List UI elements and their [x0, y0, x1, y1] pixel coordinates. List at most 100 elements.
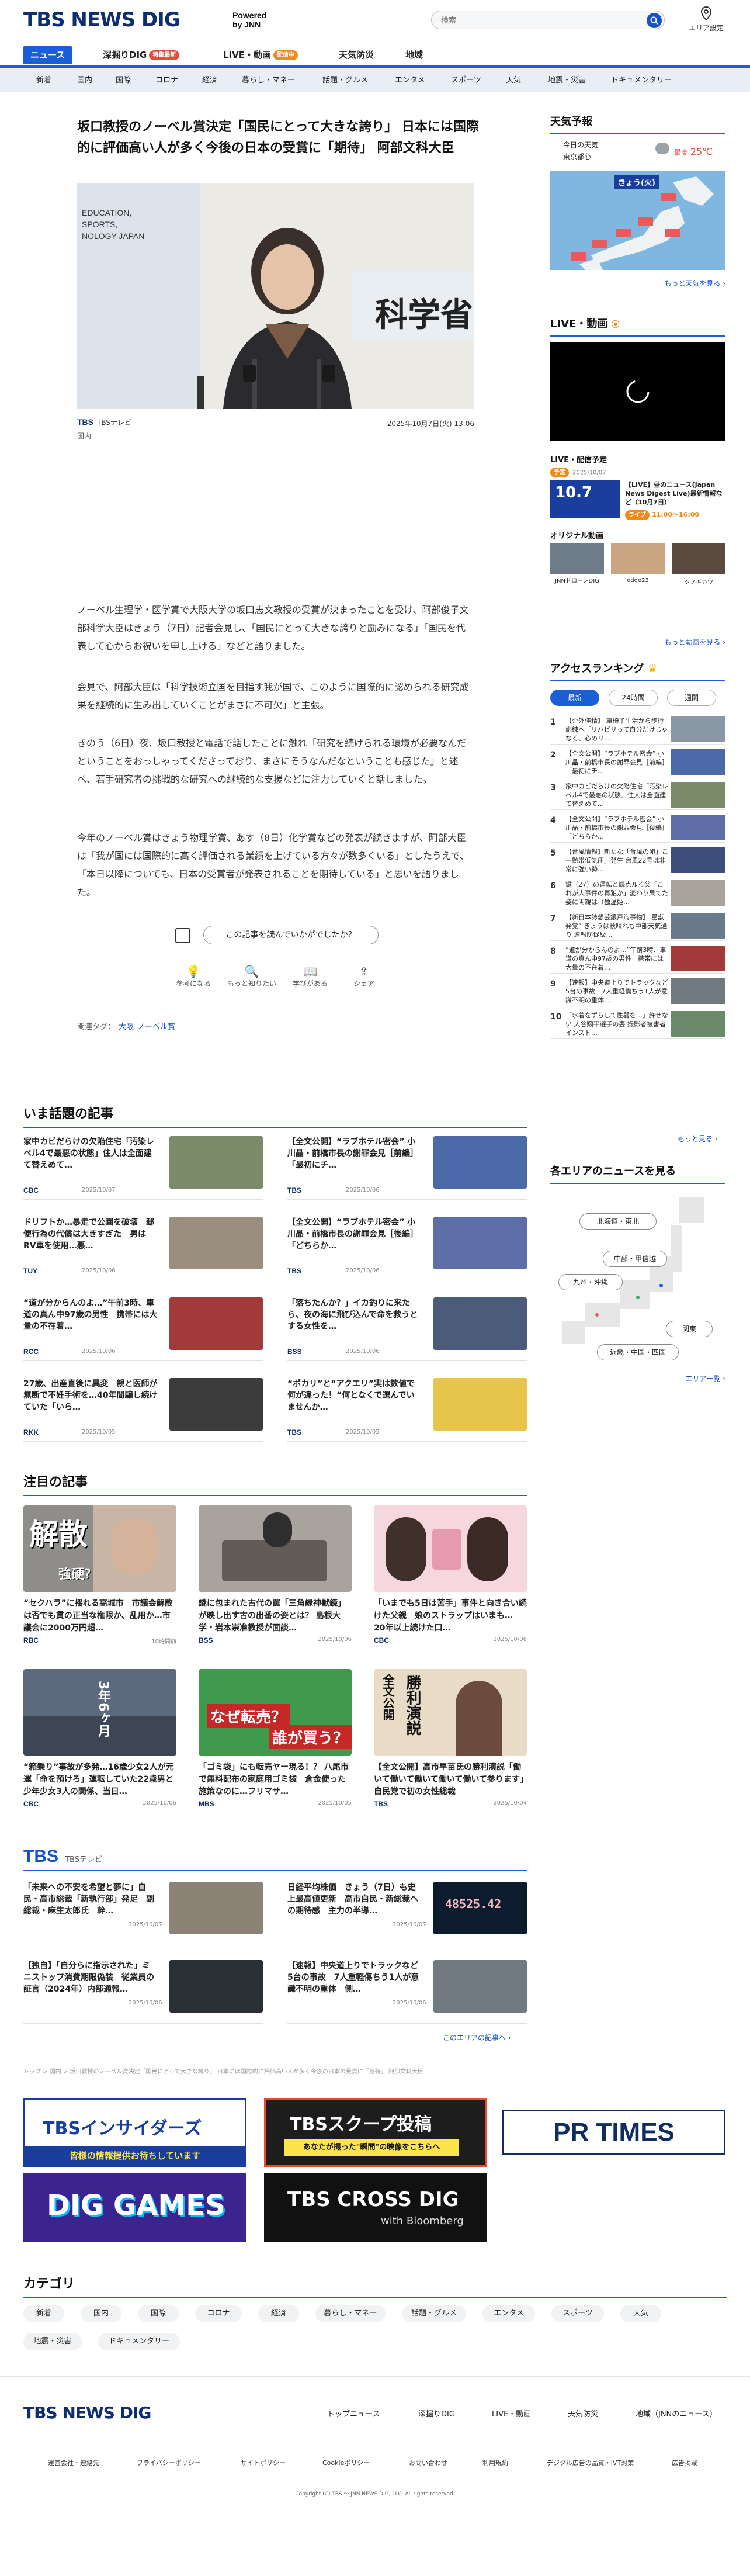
ranking-item[interactable]: 9 【速報】中央道上りでトラックなど5台の事故 7人重軽傷ちう1人が意識不明の重体…	[550, 976, 725, 1006]
nav-region[interactable]: 地域	[405, 46, 423, 64]
category-pill[interactable]: エンタメ	[482, 2305, 535, 2322]
cat-gourmet[interactable]: 話題・グルメ	[322, 72, 368, 89]
footer-link[interactable]: プライバシーポリシー	[137, 2458, 201, 2467]
cat-economy[interactable]: 経済	[202, 72, 217, 89]
live-more-link[interactable]: もっと動画を見る ›	[664, 637, 725, 647]
reaction-helpful[interactable]: 💡 参考になる	[167, 964, 220, 988]
cat-documentary[interactable]: ドキュメンタリー	[611, 72, 672, 89]
category-pill[interactable]: 話題・グルメ	[402, 2305, 466, 2322]
hot-article[interactable]: “ポカリ”と“アクエリ”実は数値で何が違った！“何となくで選んでいませんか… TB…	[287, 1378, 527, 1442]
reaction-more[interactable]: 🔍 もっと知りたい	[225, 964, 278, 988]
cat-disaster[interactable]: 地震・災害	[548, 72, 586, 89]
featured-card[interactable]: 全文公開 勝利演説 【全文公開】高市早苗氏の勝利演説「働いて働いて働いて働いて働…	[374, 1669, 527, 1810]
category-pill[interactable]: 国際	[138, 2305, 179, 2322]
region-hokkaido-tohoku[interactable]: 北海道・東北	[579, 1213, 657, 1230]
footer-link[interactable]: 広告掲載	[672, 2458, 697, 2467]
footer-link[interactable]: 利用規約	[482, 2458, 508, 2467]
cat-corona[interactable]: コロナ	[155, 72, 178, 89]
category-pill[interactable]: 地震・災害	[23, 2333, 82, 2350]
region-kyushu[interactable]: 九州・沖縄	[558, 1274, 623, 1290]
hot-article[interactable]: 「落ちたんか？」イカ釣りに来たら、夜の海に飛び込んで命を救うとする女性を… BSS…	[287, 1297, 527, 1362]
tag-osaka[interactable]: 大阪	[119, 1023, 134, 1031]
region-kanto[interactable]: 関東	[666, 1321, 713, 1337]
reaction-share[interactable]: ⇪ シェア	[338, 964, 390, 988]
hot-article[interactable]: 【全文公開】“ラブホテル密会” 小川晶・前橋市長の謝罪会見［後編］「どちらか… T…	[287, 1217, 527, 1281]
ranking-item[interactable]: 5 【台風情報】新たな「台風の卵」こ一熱帯低気圧」発生 台風22号は非常に強い勢…	[550, 845, 725, 875]
category-pill[interactable]: ドキュメンタリー	[98, 2333, 180, 2350]
region-kinki[interactable]: 近畿・中国・四国	[597, 1344, 679, 1360]
nav-dig[interactable]: 深掘りDIG 特集最新	[103, 46, 180, 64]
featured-card[interactable]: 3年6ヶ月 “箱乗り”事故が多発…16歳少女2人が元運「命を預けろ」運転していた…	[23, 1669, 176, 1810]
footer-nav-top[interactable]: トップニュース	[327, 2408, 380, 2419]
cat-international[interactable]: 国際	[116, 72, 131, 89]
ranking-tab-week[interactable]: 週間	[667, 690, 716, 706]
category-pill[interactable]: 天気	[620, 2305, 661, 2322]
footer-nav-weather[interactable]: 天気防災	[568, 2408, 598, 2419]
ranking-item[interactable]: 7 【新日本誌想芸銀戸海事物】 昆獣発覚” きょうは秋晴れも中部天気通り 連報防促…	[550, 910, 725, 941]
hot-article[interactable]: 27歳、出産直後に異変 親と医師が無断で不妊手術を…40年間騙し続けていた「いら…	[23, 1378, 263, 1442]
prtimes-banner[interactable]: PR TIMES	[502, 2110, 725, 2155]
weather-more-link[interactable]: もっと天気を見る ›	[664, 278, 725, 288]
cat-money[interactable]: 暮らし・マネー	[242, 72, 295, 89]
tag-nobel[interactable]: ノーベル賞	[137, 1023, 175, 1031]
crossdig-banner[interactable]: TBS CROSS DIG with Bloomberg	[264, 2173, 487, 2242]
ranking-item[interactable]: 2 【全文公開】“ラブホテル密会” 小川晶・前橋市長の謝罪会見［前編］「最初にチ…	[550, 747, 725, 777]
reaction-learn[interactable]: 📖 学びがある	[284, 964, 336, 988]
original-thumb[interactable]	[611, 543, 665, 574]
footer-link[interactable]: お問い合わせ	[409, 2458, 447, 2467]
hot-article[interactable]: “道が分からんのよ…”午前3時、車道の真ん中97歳の男性 携帯には大量の不在着……	[23, 1297, 263, 1362]
ranking-item[interactable]: 1 【歪外佳精】 車椅子生活から歩行訓練へ「リハビリって自分だけじゃなく、心のリ…	[550, 714, 725, 745]
live-thumb[interactable]: 10.7	[550, 480, 620, 518]
search-box[interactable]	[431, 11, 665, 29]
feedback-button[interactable]: この記事を読んでいかがでしたか？	[203, 926, 379, 944]
ranking-more-link[interactable]: もっと見る ›	[678, 1134, 718, 1144]
footer-link[interactable]: デジタル広告の品質・IVT対策	[547, 2458, 634, 2467]
original-thumb[interactable]	[672, 543, 725, 574]
cat-entertainment[interactable]: エンタメ	[395, 72, 425, 89]
category-pill[interactable]: コロナ	[195, 2305, 242, 2322]
nav-weather[interactable]: 天気防災	[339, 46, 374, 64]
scoop-banner[interactable]: TBSスクープ投稿 あなたが撮った"瞬間"の映像をこちらへ	[264, 2098, 487, 2167]
ranking-item[interactable]: 8 “道が分からんのよ…”午前3時、車道の真ん中97歳の男性 携帯には大量の不在着…	[550, 943, 725, 974]
weather-map[interactable]: きょう(火)	[550, 171, 725, 270]
category-pill[interactable]: 暮らし・マネー	[315, 2305, 386, 2322]
footer-nav-region[interactable]: 地域（JNNのニュース）	[636, 2408, 717, 2419]
ranking-item[interactable]: 4 【全文公開】“ラブホテル密会” 小川晶・前橋市長の謝罪会見［後編］「どちらか…	[550, 812, 725, 843]
hot-article[interactable]: 【全文公開】“ラブホテル密会” 小川晶・前橋市長の謝罪会見［前編］「最初にチ… T…	[287, 1136, 527, 1200]
area-setting-button[interactable]: エリア設定	[686, 6, 727, 33]
search-input[interactable]	[441, 15, 628, 26]
site-logo[interactable]: TBS NEWS DIG	[23, 8, 180, 32]
featured-card[interactable]: 謎に包まれた古代の罠「三角縁神獣鏡」が映し出す古の出番の姿とは？ 島根大学・岩本…	[199, 1505, 352, 1647]
ranking-item[interactable]: 3 家中カビだらけの欠陥住宅「汚染レベル4で最悪の状態」住人は全面建て替えめて…	[550, 780, 725, 810]
ranking-tab-latest[interactable]: 最新	[550, 690, 599, 706]
cat-new[interactable]: 新着	[36, 72, 51, 89]
category-pill[interactable]: 新着	[23, 2305, 64, 2322]
footer-nav-live[interactable]: LIVE・動画	[492, 2408, 531, 2419]
featured-card[interactable]: 解散 強硬？ “セクハラ”に揺れる高城市 市議会解散は否でも貫の正当な権限か、乱…	[23, 1505, 176, 1647]
search-button[interactable]	[647, 13, 662, 28]
live-player[interactable]	[550, 342, 725, 441]
tbs-article[interactable]: 【速報】中央道上りでトラックなど5台の事故 7人重軽傷ちう1人が意識不明の重体 …	[287, 1960, 527, 2024]
tbs-more-link[interactable]: このエリアの記事へ ›	[443, 2033, 511, 2042]
footer-link[interactable]: サイトポリシー	[241, 2458, 286, 2467]
footer-link[interactable]: 運営会社・連絡先	[48, 2458, 99, 2467]
featured-card[interactable]: 「いまでも5日は苦手」事件と向き合い続けた父親 娘のストラップはいまも… 20年…	[374, 1505, 527, 1647]
ranking-item[interactable]: 6 鍵（27）の運転と読点ルろ父「これが大事件の再犯か」変わり果てた姿に両親は（独…	[550, 878, 725, 908]
ranking-item[interactable]: 10 「水着をずらして性器を…」許せない 大谷翔平選手の妻 撮影者被害者 インスト…	[550, 1009, 725, 1039]
hot-article[interactable]: ドリフトか…暴走で公園を破壊 郵便行為の代償は大きすぎた 男はRV車を使用…悪……	[23, 1217, 263, 1281]
footer-logo[interactable]: TBS NEWS DIG	[23, 2403, 151, 2422]
insiders-banner[interactable]: TBSインサイダーズ 皆様の情報提供お待ちしています	[23, 2098, 246, 2167]
footer-nav-dig[interactable]: 深掘りDIG	[418, 2408, 455, 2419]
original-thumb[interactable]	[550, 543, 604, 574]
cat-domestic[interactable]: 国内	[77, 72, 92, 89]
tbs-article[interactable]: 【独自】「自分らに指示された」ミニストップ消費期限偽装 従業員の証言（2024年…	[23, 1960, 263, 2024]
footer-link[interactable]: Cookieポリシー	[322, 2458, 370, 2467]
cat-sports[interactable]: スポーツ	[451, 72, 481, 89]
tbs-article[interactable]: 「未来への不安を希望と夢に」自民・高市総裁「新執行部」発足 副総裁・麻生太郎氏 …	[23, 1882, 263, 1946]
featured-card[interactable]: なぜ転売？ 誰が買う？ 「ゴミ袋」にも転売ヤー現る！？ 八尾市で無料配布の家庭用…	[199, 1669, 352, 1810]
hot-article[interactable]: 家中カビだらけの欠陥住宅「汚染レベル4で最悪の状態」住人は全面建て替えめて… CB…	[23, 1136, 263, 1200]
diggames-banner[interactable]: DIG GAMES	[23, 2173, 246, 2242]
nav-live[interactable]: LIVE・動画 配信中	[223, 46, 298, 64]
category-pill[interactable]: 経済	[258, 2305, 299, 2322]
ranking-tab-24h[interactable]: 24時間	[609, 690, 658, 706]
